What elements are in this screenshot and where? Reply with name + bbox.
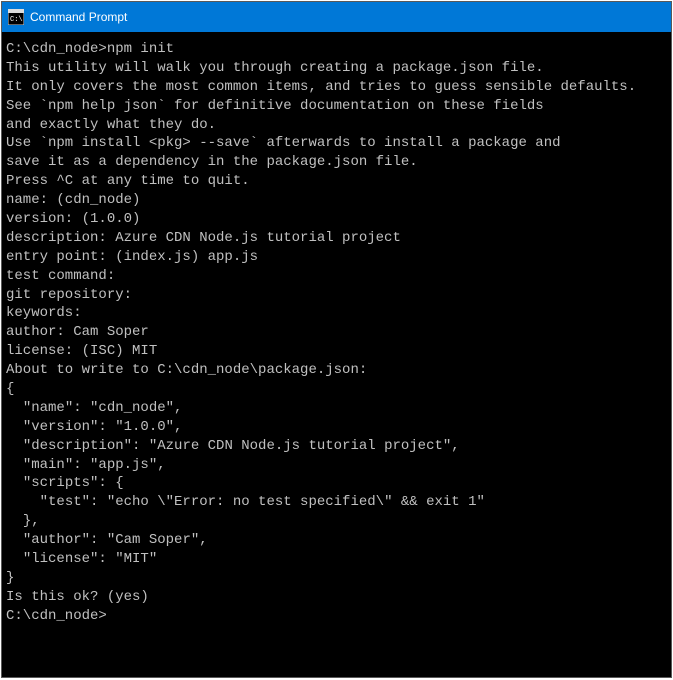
terminal-line: }	[6, 569, 665, 588]
terminal-output[interactable]: C:\cdn_node>npm initThis utility will wa…	[2, 32, 671, 677]
terminal-line: version: (1.0.0)	[6, 210, 665, 229]
command-prompt-window: C:\ Command Prompt C:\cdn_node>npm initT…	[1, 1, 672, 678]
terminal-line: git repository:	[6, 286, 665, 305]
terminal-line: It only covers the most common items, an…	[6, 78, 665, 97]
terminal-line: author: Cam Soper	[6, 323, 665, 342]
terminal-line: },	[6, 512, 665, 531]
terminal-line: Is this ok? (yes)	[6, 588, 665, 607]
terminal-line: C:\cdn_node>npm init	[6, 40, 665, 59]
terminal-line: {	[6, 380, 665, 399]
terminal-line: About to write to C:\cdn_node\package.js…	[6, 361, 665, 380]
terminal-line: "name": "cdn_node",	[6, 399, 665, 418]
terminal-line: description: Azure CDN Node.js tutorial …	[6, 229, 665, 248]
terminal-line: "main": "app.js",	[6, 456, 665, 475]
terminal-line: save it as a dependency in the package.j…	[6, 153, 665, 172]
terminal-line: "version": "1.0.0",	[6, 418, 665, 437]
terminal-line: C:\cdn_node>	[6, 607, 665, 626]
terminal-line: name: (cdn_node)	[6, 191, 665, 210]
titlebar[interactable]: C:\ Command Prompt	[2, 2, 671, 32]
terminal-line: and exactly what they do.	[6, 116, 665, 135]
terminal-line: entry point: (index.js) app.js	[6, 248, 665, 267]
terminal-line: "author": "Cam Soper",	[6, 531, 665, 550]
terminal-line: license: (ISC) MIT	[6, 342, 665, 361]
terminal-line: Press ^C at any time to quit.	[6, 172, 665, 191]
window-title: Command Prompt	[30, 10, 127, 24]
command-prompt-icon: C:\	[8, 9, 24, 25]
terminal-line: This utility will walk you through creat…	[6, 59, 665, 78]
terminal-line: "license": "MIT"	[6, 550, 665, 569]
terminal-line: Use `npm install <pkg> --save` afterward…	[6, 134, 665, 153]
terminal-line: "description": "Azure CDN Node.js tutori…	[6, 437, 665, 456]
terminal-line: keywords:	[6, 304, 665, 323]
svg-text:C:\: C:\	[10, 16, 23, 24]
terminal-line: "test": "echo \"Error: no test specified…	[6, 493, 665, 512]
terminal-line: "scripts": {	[6, 474, 665, 493]
terminal-line: test command:	[6, 267, 665, 286]
terminal-line: See `npm help json` for definitive docum…	[6, 97, 665, 116]
